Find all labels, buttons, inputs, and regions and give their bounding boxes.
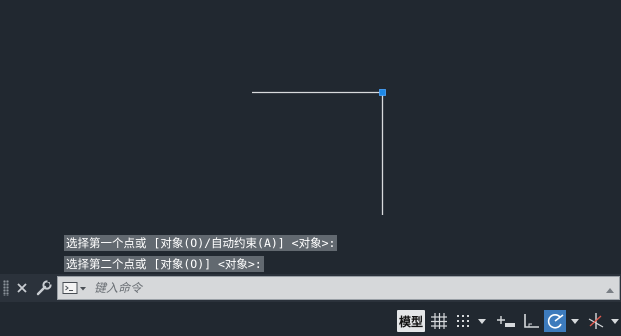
command-input[interactable]: [94, 279, 594, 297]
close-icon[interactable]: [12, 278, 32, 298]
snap-icon[interactable]: [453, 310, 473, 332]
command-prompt-icon[interactable]: [62, 281, 88, 296]
drawing-canvas[interactable]: 选择第一个点或 [对象(O)/自动约束(A)] <对象>: 选择第二个点或 [对…: [0, 0, 621, 274]
endpoint-grip[interactable]: [379, 89, 386, 96]
isometric-drafting-icon[interactable]: [585, 310, 607, 332]
drag-handle[interactable]: [3, 280, 9, 296]
command-input-box[interactable]: [57, 276, 620, 300]
command-line-bar: [0, 274, 621, 302]
model-tab[interactable]: 模型: [397, 310, 425, 332]
grid-icon[interactable]: [429, 310, 449, 332]
polar-tracking-icon[interactable]: [544, 310, 566, 332]
status-bar: 模型: [0, 302, 621, 336]
drawing-svg[interactable]: [0, 0, 621, 274]
chevron-down-icon[interactable]: [476, 310, 488, 332]
chevron-down-icon[interactable]: [609, 310, 621, 332]
infer-constraints-icon[interactable]: [495, 310, 517, 332]
command-history-line-1: 选择第一个点或 [对象(O)/自动约束(A)] <对象>:: [64, 235, 338, 251]
triangle-up-icon[interactable]: [605, 282, 615, 294]
command-history-line-2: 选择第二个点或 [对象(O)] <对象>:: [64, 256, 264, 272]
ortho-icon[interactable]: [520, 310, 542, 332]
wrench-icon[interactable]: [34, 278, 54, 298]
chevron-down-icon[interactable]: [569, 310, 581, 332]
